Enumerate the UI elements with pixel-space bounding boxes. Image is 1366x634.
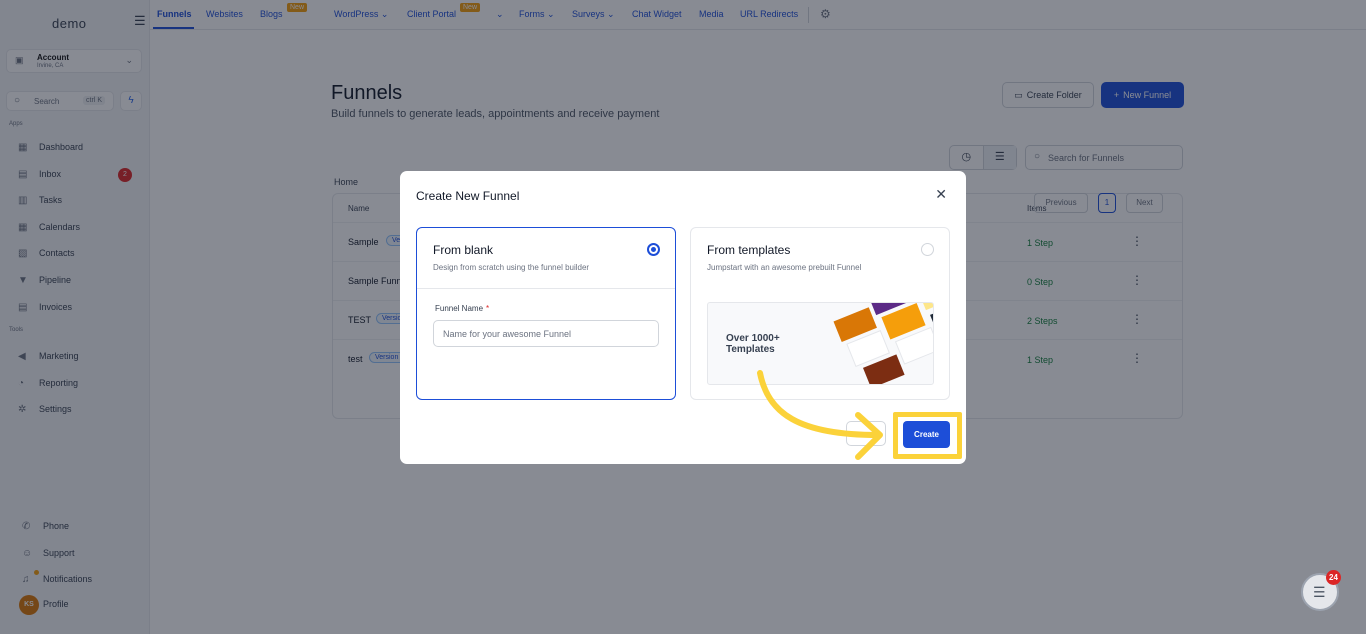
from-templates-subtitle: Jumpstart with an awesome prebuilt Funne… xyxy=(707,263,862,272)
from-blank-option[interactable]: From blank Design from scratch using the… xyxy=(416,227,676,400)
from-blank-title: From blank xyxy=(433,243,494,257)
from-blank-subtitle: Design from scratch using the funnel bui… xyxy=(433,263,590,272)
from-blank-radio[interactable] xyxy=(647,243,660,256)
curved-arrow-icon xyxy=(757,370,883,460)
funnel-name-input[interactable] xyxy=(433,320,659,347)
create-button-highlight xyxy=(893,412,962,459)
required-mark: * xyxy=(486,304,490,313)
close-icon[interactable]: ✕ xyxy=(935,186,947,203)
funnel-name-label: Funnel Name * xyxy=(435,304,490,313)
chat-unread-badge: 24 xyxy=(1326,570,1341,585)
card-divider xyxy=(417,288,675,289)
chat-icon: ☰ xyxy=(1313,584,1326,600)
modal-title: Create New Funnel xyxy=(416,189,520,203)
from-templates-title: From templates xyxy=(707,243,791,257)
from-templates-radio[interactable] xyxy=(921,243,934,256)
